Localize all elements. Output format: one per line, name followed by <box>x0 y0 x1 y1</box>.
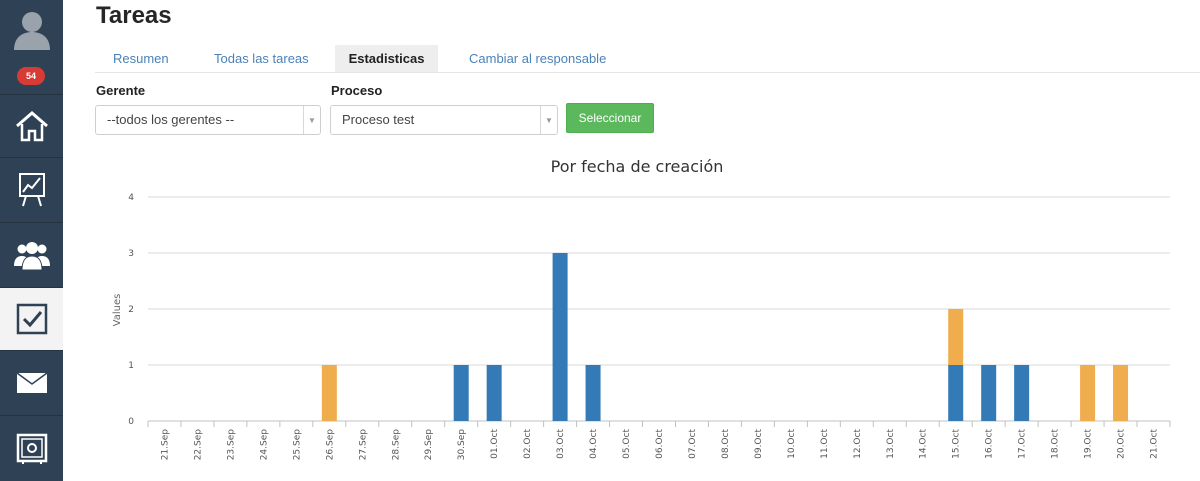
x-tick-label: 27.Sep <box>358 429 368 461</box>
x-tick-label: 19.Oct <box>1084 429 1094 459</box>
x-tick-label: 22.Sep <box>193 429 203 461</box>
x-tick-label: 15.Oct <box>952 429 962 459</box>
x-tick-label: 24.Sep <box>259 429 269 461</box>
x-tick-label: 01.Oct <box>490 429 500 459</box>
x-tick-label: 17.Oct <box>1018 429 1028 459</box>
x-tick-label: 13.Oct <box>886 429 896 459</box>
manager-select-value: --todos los gerentes -- <box>107 112 235 127</box>
x-tick-label: 20.Oct <box>1117 429 1127 459</box>
x-tick-label: 03.Oct <box>556 429 566 459</box>
tab-bar: Resumen Todas las tareas Estadisticas Ca… <box>95 45 1200 73</box>
sidebar-item-mail[interactable] <box>0 351 63 416</box>
bar-16.Oct-s0[interactable] <box>981 365 997 421</box>
bar-15.Oct-s1[interactable] <box>948 309 964 365</box>
x-tick-label: 21.Oct <box>1150 429 1160 459</box>
x-tick-label: 18.Oct <box>1051 429 1061 459</box>
x-tick-label: 09.Oct <box>754 429 764 459</box>
home-icon <box>15 111 48 142</box>
x-tick-label: 28.Sep <box>391 429 401 461</box>
chevron-down-icon: ▼ <box>303 106 320 134</box>
envelope-icon <box>16 372 47 393</box>
x-tick-label: 07.Oct <box>688 429 698 459</box>
user-avatar-icon <box>13 11 50 50</box>
sidebar-item-users[interactable] <box>0 223 63 288</box>
select-button[interactable]: Seleccionar <box>566 103 654 133</box>
checkbox-icon <box>16 303 47 335</box>
y-tick-label: 0 <box>128 417 134 427</box>
page-title: Tareas <box>96 2 172 29</box>
presentation-chart-icon <box>18 173 45 207</box>
users-group-icon <box>13 242 50 270</box>
tab-statistics[interactable]: Estadisticas <box>335 45 438 72</box>
bar-30.Sep-s0[interactable] <box>453 365 469 421</box>
sidebar-item-home[interactable] <box>0 94 63 158</box>
x-tick-label: 16.Oct <box>985 429 995 459</box>
sidebar-item-tasks[interactable] <box>0 288 63 351</box>
x-tick-label: 02.Oct <box>523 429 533 459</box>
sidebar-item-safe[interactable] <box>0 416 63 481</box>
x-tick-label: 05.Oct <box>622 429 632 459</box>
sidebar: 54 <box>0 0 63 481</box>
manager-select[interactable]: --todos los gerentes -- ▼ <box>95 105 321 135</box>
chart-title: Por fecha de creación <box>551 157 724 176</box>
x-tick-label: 11.Oct <box>820 429 830 459</box>
bar-17.Oct-s0[interactable] <box>1014 365 1030 421</box>
x-tick-label: 26.Sep <box>325 429 335 461</box>
x-tick-label: 23.Sep <box>226 429 236 461</box>
chevron-down-icon: ▼ <box>540 106 557 134</box>
safe-icon <box>16 433 47 464</box>
y-tick-label: 1 <box>128 361 134 371</box>
x-tick-label: 25.Sep <box>292 429 302 461</box>
x-tick-label: 12.Oct <box>853 429 863 459</box>
process-select-value: Proceso test <box>342 112 415 127</box>
x-tick-label: 10.Oct <box>787 429 797 459</box>
bar-20.Oct-s1[interactable] <box>1113 365 1129 421</box>
sidebar-item-stats[interactable] <box>0 158 63 223</box>
process-label: Proceso <box>331 83 383 98</box>
bar-chart: Por fecha de creación Values 0 1 2 3 4 21.Se… <box>112 157 1171 461</box>
bar-04.Oct-s0[interactable] <box>585 365 601 421</box>
x-tick-label: 14.Oct <box>919 429 929 459</box>
x-tick-label: 04.Oct <box>589 429 599 459</box>
x-tick-label: 29.Sep <box>424 429 434 461</box>
bar-03.Oct-s0[interactable] <box>552 253 568 421</box>
process-select[interactable]: Proceso test ▼ <box>330 105 558 135</box>
y-tick-label: 3 <box>128 249 134 259</box>
y-tick-label: 4 <box>128 193 134 203</box>
tab-change-owner[interactable]: Cambiar al responsable <box>469 45 606 72</box>
notification-badge[interactable]: 54 <box>17 67 45 85</box>
bar-15.Oct-s0[interactable] <box>948 365 964 421</box>
x-tick-label: 06.Oct <box>655 429 665 459</box>
x-tick-label: 21.Sep <box>160 429 170 461</box>
manager-label: Gerente <box>96 83 146 98</box>
y-tick-label: 2 <box>128 305 134 315</box>
tab-summary[interactable]: Resumen <box>113 45 169 72</box>
x-tick-label: 08.Oct <box>721 429 731 459</box>
bar-26.Sep-s1[interactable] <box>321 365 337 421</box>
tab-all-tasks[interactable]: Todas las tareas <box>214 45 309 72</box>
bar-01.Oct-s0[interactable] <box>486 365 502 421</box>
y-axis-label: Values <box>112 294 123 327</box>
sidebar-avatar[interactable] <box>0 0 63 57</box>
bar-19.Oct-s1[interactable] <box>1080 365 1096 421</box>
x-tick-label: 30.Sep <box>457 429 467 461</box>
